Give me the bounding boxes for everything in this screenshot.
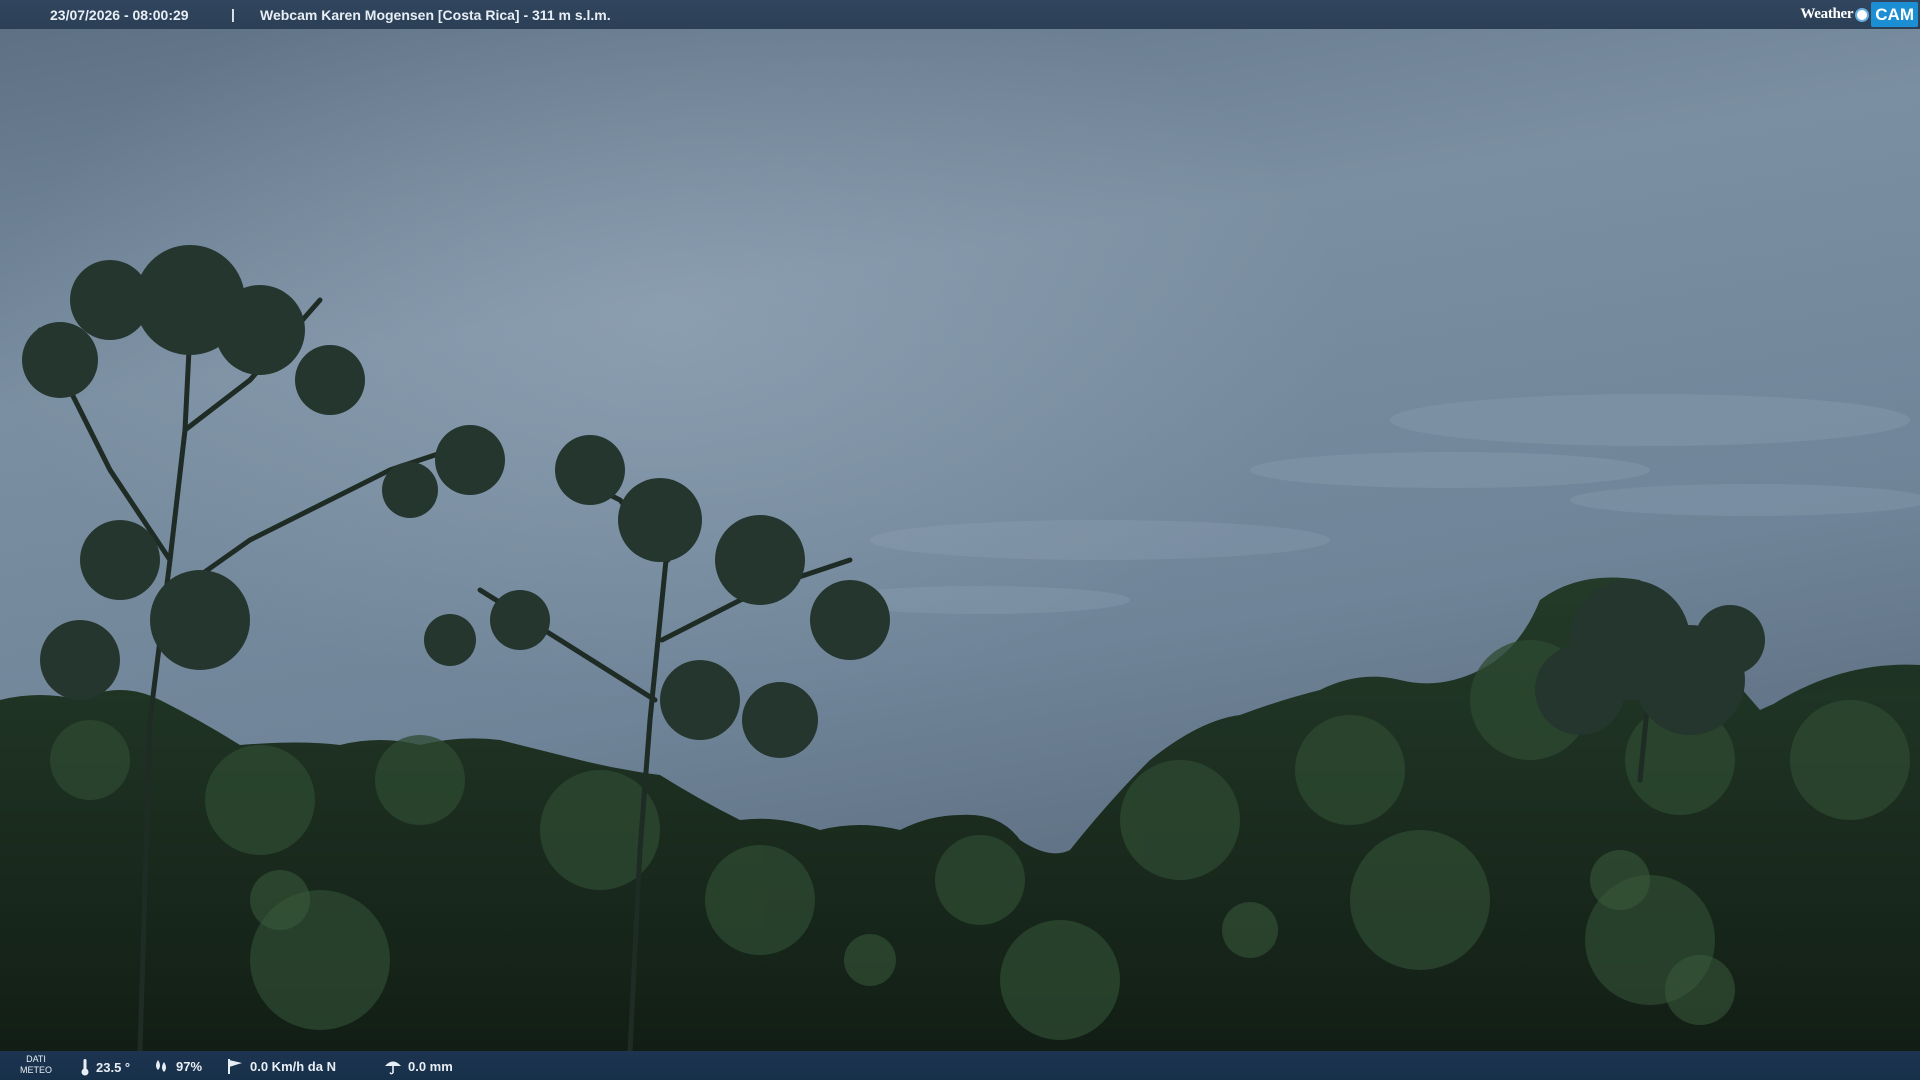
weather-label-line1: DATI: [26, 1054, 46, 1064]
webcam-header-bar: 23/07/2026 - 08:00:29 | Webcam Karen Mog…: [0, 0, 1920, 29]
rain-umbrella-icon: [385, 1061, 401, 1075]
temperature-reading: 23.5 °: [80, 1058, 130, 1076]
logo-dot-icon: [1855, 7, 1870, 22]
humidity-reading: 97%: [152, 1058, 202, 1074]
webcam-title: Webcam Karen Mogensen [Costa Rica] - 311…: [260, 7, 611, 23]
rain-reading: 0.0 mm: [384, 1058, 453, 1075]
humidity-drops-icon: [156, 1060, 166, 1072]
weathercam-logo: Weather CAM: [1800, 2, 1918, 27]
rain-value: 0.0 mm: [408, 1059, 453, 1074]
logo-cam-text: CAM: [1871, 2, 1918, 27]
wind-reading: 0.0 Km/h da N: [226, 1058, 336, 1075]
webcam-image: [0, 0, 1920, 1080]
thermometer-icon: [81, 1059, 89, 1076]
header-separator: |: [231, 6, 235, 22]
humidity-value: 97%: [176, 1058, 203, 1074]
temperature-value: 23.5 °: [96, 1059, 131, 1075]
wind-value: 0.0 Km/h da N: [250, 1059, 336, 1074]
wind-flag-icon: [228, 1059, 242, 1074]
weather-label-line2: METEO: [19, 1065, 52, 1075]
weather-bar-label: DATI METEO: [18, 1054, 54, 1076]
logo-weather-text: Weather: [1800, 6, 1854, 22]
weather-data-bar: DATI METEO 23.5 ° 97% 0.0 Km/h da N 0.0 …: [0, 1051, 1920, 1080]
timestamp: 23/07/2026 - 08:00:29: [50, 7, 189, 23]
